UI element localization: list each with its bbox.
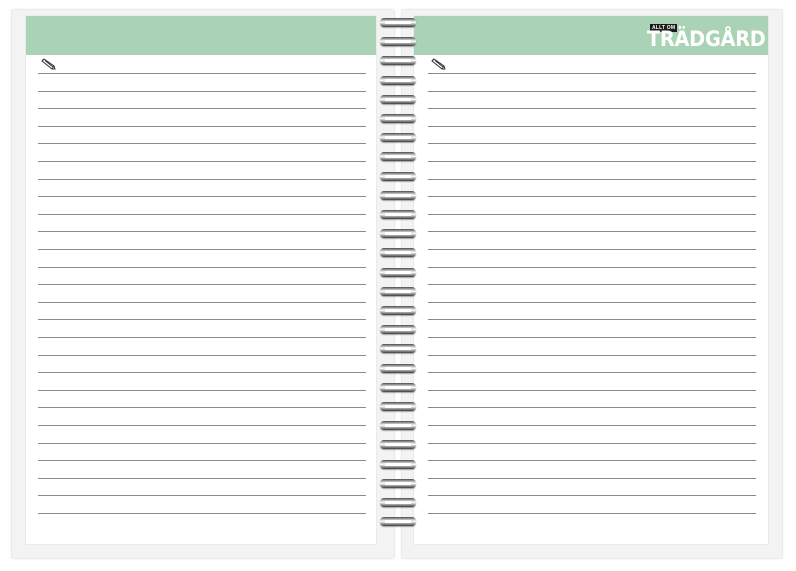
ruled-line [38,249,366,250]
ruled-line [38,355,366,356]
ruled-line [428,214,756,215]
spiral-ring [380,133,416,142]
ruled-line [428,302,756,303]
ruled-line [428,337,756,338]
ruled-line [38,337,366,338]
ruled-line [38,443,366,444]
spiral-ring [380,383,416,392]
ruled-line [428,513,756,514]
spiral-ring [380,402,416,411]
spiral-ring [380,37,416,46]
spiral-binding [378,18,418,548]
spiral-ring [380,229,416,238]
ruled-line [428,126,756,127]
spiral-ring [380,479,416,488]
ruled-line [38,196,366,197]
ruled-line [38,143,366,144]
ruled-line [428,372,756,373]
ruled-line [38,284,366,285]
spiral-ring [380,287,416,296]
ruled-line [428,407,756,408]
ruled-line [428,284,756,285]
spiral-ring [380,95,416,104]
spiral-ring [380,460,416,469]
ruled-line [428,91,756,92]
spiral-ring [380,210,416,219]
ruled-line [428,231,756,232]
ruled-line [428,443,756,444]
brand-logo: ALLT OM TRÄDGÅRD [636,24,766,52]
ruled-line [428,460,756,461]
ruled-line [38,214,366,215]
spiral-ring [380,325,416,334]
ruled-line [428,143,756,144]
ruled-line [428,319,756,320]
spiral-ring [380,191,416,200]
spiral-ring [380,172,416,181]
ruled-line [38,161,366,162]
ruled-line [38,478,366,479]
spiral-ring [380,268,416,277]
ruled-line [38,179,366,180]
ruled-line [38,126,366,127]
left-page [26,16,376,544]
right-page: ALLT OM TRÄDGÅRD [414,16,768,544]
brand-title: TRÄDGÅRD [647,27,766,51]
ruled-line [428,196,756,197]
pencil-icon [430,58,448,72]
spiral-ring [380,56,416,65]
spiral-ring [380,364,416,373]
pencil-icon [40,58,58,72]
ruled-line [428,478,756,479]
spiral-ring [380,517,416,526]
spiral-ring [380,76,416,85]
spiral-ring [380,152,416,161]
ruled-line [428,267,756,268]
ruled-line [38,460,366,461]
spiral-ring [380,18,416,27]
spiral-ring [380,421,416,430]
ruled-line [428,73,756,74]
ruled-line [38,390,366,391]
ruled-line [428,249,756,250]
ruled-line [38,73,366,74]
ruled-line [428,355,756,356]
ruled-line [428,161,756,162]
ruled-line [38,319,366,320]
ruled-line [38,425,366,426]
ruled-line [38,372,366,373]
ruled-line [428,108,756,109]
ruled-line [38,495,366,496]
spiral-ring [380,114,416,123]
spiral-ring [380,306,416,315]
spiral-ring [380,498,416,507]
ruled-line [38,302,366,303]
ruled-line [428,179,756,180]
ruled-line [38,231,366,232]
ruled-line [38,267,366,268]
spiral-ring [380,248,416,257]
ruled-line [38,91,366,92]
ruled-line [428,495,756,496]
ruled-line [38,108,366,109]
spiral-ring [380,440,416,449]
ruled-line [38,407,366,408]
header-band-left [26,16,376,55]
header-band-right: ALLT OM TRÄDGÅRD [414,16,768,55]
spiral-ring [380,344,416,353]
ruled-line [38,513,366,514]
ruled-line [428,390,756,391]
ruled-line [428,425,756,426]
